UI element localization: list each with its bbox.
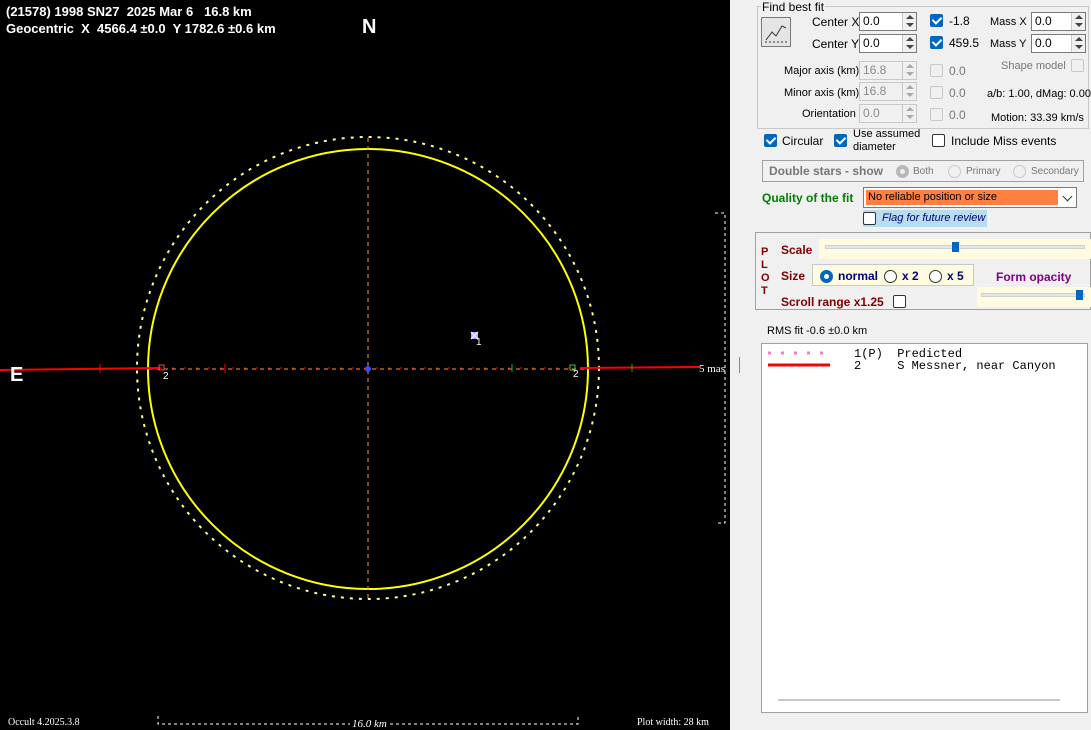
shape-model-label: Shape model	[1001, 60, 1066, 72]
fit-x-checkbox[interactable]	[930, 14, 943, 27]
spin-arrows-icon[interactable]	[1071, 13, 1085, 30]
fit-minor-checkbox[interactable]	[930, 86, 943, 99]
spin-arrows-icon[interactable]	[1071, 35, 1085, 52]
quality-label: Quality of the fit	[762, 191, 854, 205]
size-x2-label: x 2	[902, 269, 919, 283]
major-check-value: 0.0	[949, 64, 966, 78]
orientation-input[interactable]: 0.0	[859, 104, 917, 123]
size-normal-radio[interactable]	[820, 270, 833, 283]
mas-scale-label: 5 mas	[699, 363, 725, 375]
observer-chord-right	[579, 366, 701, 369]
minor-axis-label: Minor axis (km)	[784, 87, 860, 99]
chart-icon	[765, 25, 787, 43]
fit-x-value: -1.8	[949, 14, 970, 28]
center-dot	[365, 366, 371, 372]
size-label: Size	[781, 269, 806, 283]
center-x-input[interactable]: 0.0	[859, 12, 917, 31]
minor-check-value: 0.0	[949, 86, 966, 100]
minor-axis-input[interactable]: 16.8	[859, 82, 917, 101]
observer-chord-left	[0, 367, 161, 371]
plot-canvas	[0, 136, 726, 725]
ab-dmag-label: a/b: 1.00, dMag: 0.00	[987, 88, 1091, 100]
include-miss-label: Include Miss events	[951, 134, 1057, 148]
east-label: E	[10, 364, 24, 386]
legend-lines	[768, 351, 830, 367]
include-miss-checkbox[interactable]	[932, 134, 945, 147]
fit-y-value: 459.5	[949, 36, 980, 50]
rms-fit-label: RMS fit -0.6 ±0.0 km	[767, 325, 868, 337]
size-x5-label: x 5	[947, 269, 964, 283]
center-x-label: Center X	[812, 15, 860, 29]
north-label: N	[362, 16, 377, 38]
plot-title-line2: Geocentric X 4566.4 ±0.0 Y 1782.6 ±0.6 k…	[6, 21, 276, 36]
chord-number-right: 2	[573, 369, 579, 380]
flag-review-label: Flag for future review	[882, 212, 986, 224]
mass-x-input[interactable]: 0.0	[1031, 12, 1086, 31]
motion-label: Motion: 33.39 km/s	[991, 112, 1084, 124]
size-x2-radio[interactable]	[884, 270, 897, 283]
find-fit-title: Find best fit	[761, 0, 826, 14]
mass-y-input[interactable]: 0.0	[1031, 34, 1086, 53]
double-secondary-label: Secondary	[1031, 166, 1079, 177]
major-axis-label: Major axis (km)	[784, 65, 860, 77]
double-secondary-radio[interactable]	[1013, 165, 1026, 178]
circular-checkbox[interactable]	[764, 134, 777, 147]
quality-dropdown[interactable]: No reliable position or size	[863, 187, 1077, 208]
circular-label: Circular	[782, 134, 824, 148]
scroll-range-checkbox[interactable]	[893, 295, 906, 308]
version-label: Occult 4.2025.3.8	[8, 717, 80, 728]
fit-major-checkbox[interactable]	[930, 64, 943, 77]
scale-label: Scale	[781, 243, 813, 257]
shape-model-checkbox[interactable]	[1071, 59, 1084, 72]
mass-y-label: Mass Y	[990, 38, 1027, 50]
fit-y-checkbox[interactable]	[930, 36, 943, 49]
form-opacity-label: Form opacity	[996, 270, 1072, 284]
plot-title-line1: (21578) 1998 SN27 2025 Mar 6 16.8 km	[6, 4, 252, 19]
double-stars-label: Double stars - show	[769, 164, 884, 178]
scale-slider-thumb[interactable]	[951, 242, 959, 252]
fit-orientation-checkbox[interactable]	[930, 108, 943, 121]
opacity-slider[interactable]	[977, 287, 1091, 307]
control-panel: Find best fit Center X 0.0 Center Y 0.0 …	[755, 0, 1091, 730]
flag-review-checkbox[interactable]	[863, 212, 876, 225]
double-both-radio[interactable]	[896, 165, 909, 178]
chord-number-left: 2	[163, 371, 169, 382]
occultation-plot[interactable]: (21578) 1998 SN27 2025 Mar 6 16.8 km Geo…	[0, 0, 730, 730]
scroll-range-label: Scroll range x1.25	[781, 295, 884, 309]
chevron-down-icon	[1062, 191, 1073, 202]
double-both-label: Both	[913, 166, 934, 177]
center-y-label: Center Y	[812, 37, 860, 51]
double-primary-radio[interactable]	[948, 165, 961, 178]
use-assumed-label-2: diameter	[853, 141, 896, 153]
plot-width-label: Plot width: 28 km	[637, 717, 709, 728]
predicted-number: 1	[476, 337, 482, 348]
observers-legend[interactable]: 1(P) Predicted 2 S Messner, near Canyon	[761, 343, 1088, 713]
plot-vertical-label: PLOT	[761, 246, 770, 297]
size-normal-label: normal	[838, 269, 879, 283]
spin-arrows-icon[interactable]	[902, 35, 916, 52]
double-primary-label: Primary	[966, 166, 1001, 177]
use-assumed-checkbox[interactable]	[834, 134, 847, 147]
orientation-label: Orientation	[802, 108, 856, 120]
use-assumed-label-1: Use assumed	[853, 128, 921, 140]
find-fit-button[interactable]	[761, 17, 791, 47]
scale-slider[interactable]	[819, 239, 1091, 259]
center-y-input[interactable]: 0.0	[859, 34, 917, 53]
legend-scrollbar[interactable]	[778, 699, 1060, 701]
major-axis-input[interactable]: 16.8	[859, 61, 917, 80]
size-x5-radio[interactable]	[929, 270, 942, 283]
mass-x-label: Mass X	[990, 16, 1027, 28]
quality-value: No reliable position or size	[866, 190, 1058, 205]
splitter[interactable]	[730, 0, 755, 730]
orientation-check-value: 0.0	[949, 108, 966, 122]
bottom-scale-label: 16.0 km	[350, 718, 389, 730]
spin-arrows-icon[interactable]	[902, 13, 916, 30]
opacity-slider-thumb[interactable]	[1076, 290, 1083, 300]
legend-row-observer: 2 S Messner, near Canyon	[854, 359, 1056, 373]
